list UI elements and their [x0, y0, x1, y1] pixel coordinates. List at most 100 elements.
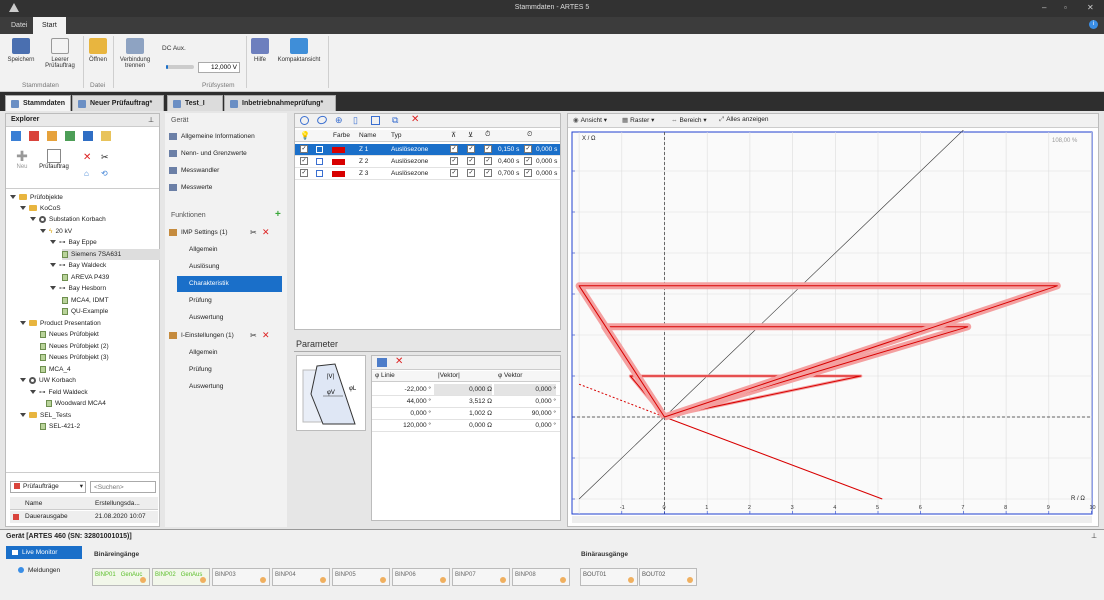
view-icon[interactable] — [11, 131, 21, 141]
binary-input-4[interactable]: BINP04 — [272, 568, 330, 586]
raster-dropdown[interactable]: ▦ Raster ▾ — [622, 116, 654, 124]
new-button[interactable]: ✚ Neu — [10, 149, 34, 179]
zone-time-2[interactable]: 0,000 s — [536, 168, 557, 179]
nav-item-imp-pruefung[interactable]: Prüfung — [181, 293, 212, 309]
mho-tool-icon[interactable]: ⊕ — [335, 115, 343, 126]
tab-meldungen[interactable]: Meldungen — [6, 564, 82, 577]
zone-option-checkbox[interactable]: ✓ — [450, 169, 458, 177]
device-icon[interactable] — [65, 131, 75, 141]
nav-item-allgemeine-informationen[interactable]: Allgemeine Informationen — [169, 129, 255, 145]
tree-node-bay-eppe[interactable]: ⊶ Bay Eppe — [50, 237, 97, 248]
tree-node-voltage-level[interactable]: ϟ 20 kV — [40, 226, 72, 237]
vector-magnitude-cell[interactable]: 1,002 Ω — [434, 408, 492, 419]
open-button[interactable]: Öffnen — [86, 38, 110, 63]
function-i-einstellungen[interactable]: I-Einstellungen (1) — [169, 328, 234, 344]
column-header-typ[interactable]: Typ — [391, 132, 401, 139]
show-all-button[interactable]: ⤢ Alles anzeigen — [719, 116, 768, 124]
disconnect-button[interactable]: Verbindung trennen — [115, 38, 155, 69]
column-header-vektor[interactable]: |Vektor| — [438, 372, 460, 379]
zone-option-checkbox[interactable]: ✓ — [467, 145, 475, 153]
delete-icon[interactable]: ✕ — [395, 356, 403, 367]
binary-output-2[interactable]: BOUT02 — [639, 568, 697, 586]
phi-vector-cell[interactable]: 0,000 ° — [494, 384, 556, 395]
tree-node-siemens[interactable]: Siemens 7SA631 — [62, 249, 160, 260]
tree-node-neues-pruefobjekt-3[interactable]: Neues Prüfobjekt (3) — [40, 352, 109, 363]
tree-node-sel-tests[interactable]: SEL_Tests — [20, 410, 71, 421]
parameter-row[interactable]: -22,000 ° 0,000 Ω 0,000 ° — [372, 384, 560, 396]
report-icon[interactable] — [101, 131, 111, 141]
vector-magnitude-cell[interactable]: 0,000 Ω — [434, 420, 492, 431]
nav-item-i-allgemein[interactable]: Allgemein — [181, 345, 218, 361]
tree-node-sel-421-2[interactable]: SEL-421-2 — [40, 421, 80, 432]
test-icon[interactable] — [29, 131, 39, 141]
tree-node-bay-waldeck[interactable]: ⊶ Bay Waldeck — [50, 260, 106, 271]
ansicht-dropdown[interactable]: ◉ Ansicht ▾ — [573, 116, 607, 124]
binary-input-1[interactable]: BINP01 GenAuc — [92, 568, 150, 586]
zone-time-2[interactable]: 0,000 s — [536, 144, 557, 155]
minimize-icon[interactable]: – — [1042, 3, 1046, 12]
zone-active-checkbox[interactable]: ✓ — [300, 169, 308, 177]
delete-icon[interactable]: ✕ — [83, 152, 91, 163]
tree-node-qu-example[interactable]: QU-Example — [62, 306, 108, 317]
bereich-dropdown[interactable]: ⇔ Bereich ▾ — [671, 116, 707, 124]
zone-option-checkbox[interactable]: ✓ — [484, 169, 492, 177]
scissors-icon[interactable]: ✂ — [101, 152, 109, 163]
tree-node-kocos[interactable]: KoCoS — [20, 203, 61, 214]
phi-line-cell[interactable]: -22,000 ° — [375, 384, 431, 395]
tree-node-feld-waldeck[interactable]: ⊶ Feld Waldeck — [30, 387, 88, 398]
zone-trip-checkbox[interactable]: ✓ — [524, 157, 532, 165]
folder-icon[interactable] — [47, 131, 57, 141]
zone-row[interactable]: ✓ Z 2 Auslösezone ✓ ✓ ✓ 0,400 s ✓ 0,000 s — [295, 156, 560, 168]
zone-time-1[interactable]: 0,150 s — [498, 144, 519, 155]
pin-icon[interactable]: ⊥ — [1091, 532, 1097, 540]
column-header-name[interactable]: Name — [25, 500, 42, 507]
tree-node-mca4-idmt[interactable]: MCA4, IDMT — [62, 295, 109, 306]
tab-datei[interactable]: Datei — [2, 17, 36, 34]
add-row-icon[interactable] — [377, 358, 387, 367]
doc-tab-inbetriebnahme[interactable]: Inbetriebnahmeprüfung* — [224, 95, 336, 111]
tab-start[interactable]: Start — [33, 17, 66, 34]
zone-time-1[interactable]: 0,400 s — [498, 156, 519, 167]
polygon-tool-icon[interactable] — [371, 116, 380, 125]
close-icon[interactable]: ✕ — [1087, 3, 1094, 12]
column-header-phi-vektor[interactable]: φ Vektor — [498, 372, 522, 379]
function-imp-settings[interactable]: IMP Settings (1) — [169, 225, 227, 241]
pin-icon[interactable]: ⊥ — [148, 116, 154, 124]
save-button[interactable]: Speichern — [4, 38, 38, 63]
phi-vector-cell[interactable]: 0,000 ° — [494, 420, 556, 431]
nav-item-i-auswertung[interactable]: Auswertung — [181, 379, 223, 395]
tree-node-neues-pruefobjekt-2[interactable]: Neues Prüfobjekt (2) — [40, 341, 109, 352]
parameter-row[interactable]: 0,000 ° 1,002 Ω 90,000 ° — [372, 408, 560, 420]
add-function-icon[interactable]: + — [275, 209, 281, 220]
parameter-row[interactable]: 44,000 ° 3,512 Ω 0,000 ° — [372, 396, 560, 408]
help-button[interactable]: Hilfe — [249, 38, 271, 63]
binary-input-8[interactable]: BINP08 — [512, 568, 570, 586]
binary-input-7[interactable]: BINP07 — [452, 568, 510, 586]
tree-node-substation[interactable]: Substation Korbach — [30, 214, 106, 225]
zone-trip-checkbox[interactable]: ✓ — [524, 145, 532, 153]
zone-option-checkbox[interactable]: ✓ — [484, 145, 492, 153]
nav-item-messwerte[interactable]: Messwerte — [169, 180, 212, 196]
zone-option-checkbox[interactable]: ✓ — [450, 145, 458, 153]
column-header-name[interactable]: Name — [359, 132, 376, 139]
zone-active-checkbox[interactable]: ✓ — [300, 157, 308, 165]
dc-aux-slider[interactable] — [166, 65, 194, 69]
zone-trip-checkbox[interactable]: ✓ — [524, 169, 532, 177]
phi-vector-cell[interactable]: 90,000 ° — [494, 408, 556, 419]
zone-color-swatch[interactable] — [332, 147, 345, 153]
zone-color-swatch[interactable] — [332, 171, 345, 177]
zone-row[interactable]: ✓ Z 3 Auslösezone ✓ ✓ ✓ 0,700 s ✓ 0,000 s — [295, 168, 560, 180]
zone-row[interactable]: ✓ Z 1 Auslösezone ✓ ✓ ✓ 0,150 s ✓ 0,000 s — [295, 144, 560, 156]
delete-icon[interactable]: ✕ — [411, 114, 419, 125]
filter-select[interactable]: Prüfaufträge ▾ — [10, 481, 86, 493]
phi-line-cell[interactable]: 44,000 ° — [375, 396, 431, 407]
binary-input-5[interactable]: BINP05 — [332, 568, 390, 586]
empty-test-order-button[interactable]: Leerer Prüfauftrag — [40, 38, 80, 69]
binary-input-6[interactable]: BINP06 — [392, 568, 450, 586]
dc-aux-voltage-input[interactable] — [198, 62, 240, 73]
tree-node-product-presentation[interactable]: Product Presentation — [20, 318, 101, 329]
sort-icon[interactable] — [83, 131, 93, 141]
nav-item-nenn-grenzwerte[interactable]: Nenn- und Grenzwerte — [169, 146, 247, 162]
impedance-chart[interactable]: -1 0 1 2 3 4 5 6 7 8 9 10 X / Ω R / Ω 108,00 % — [568, 130, 1098, 526]
restore-icon[interactable]: ▫ — [1064, 3, 1067, 12]
